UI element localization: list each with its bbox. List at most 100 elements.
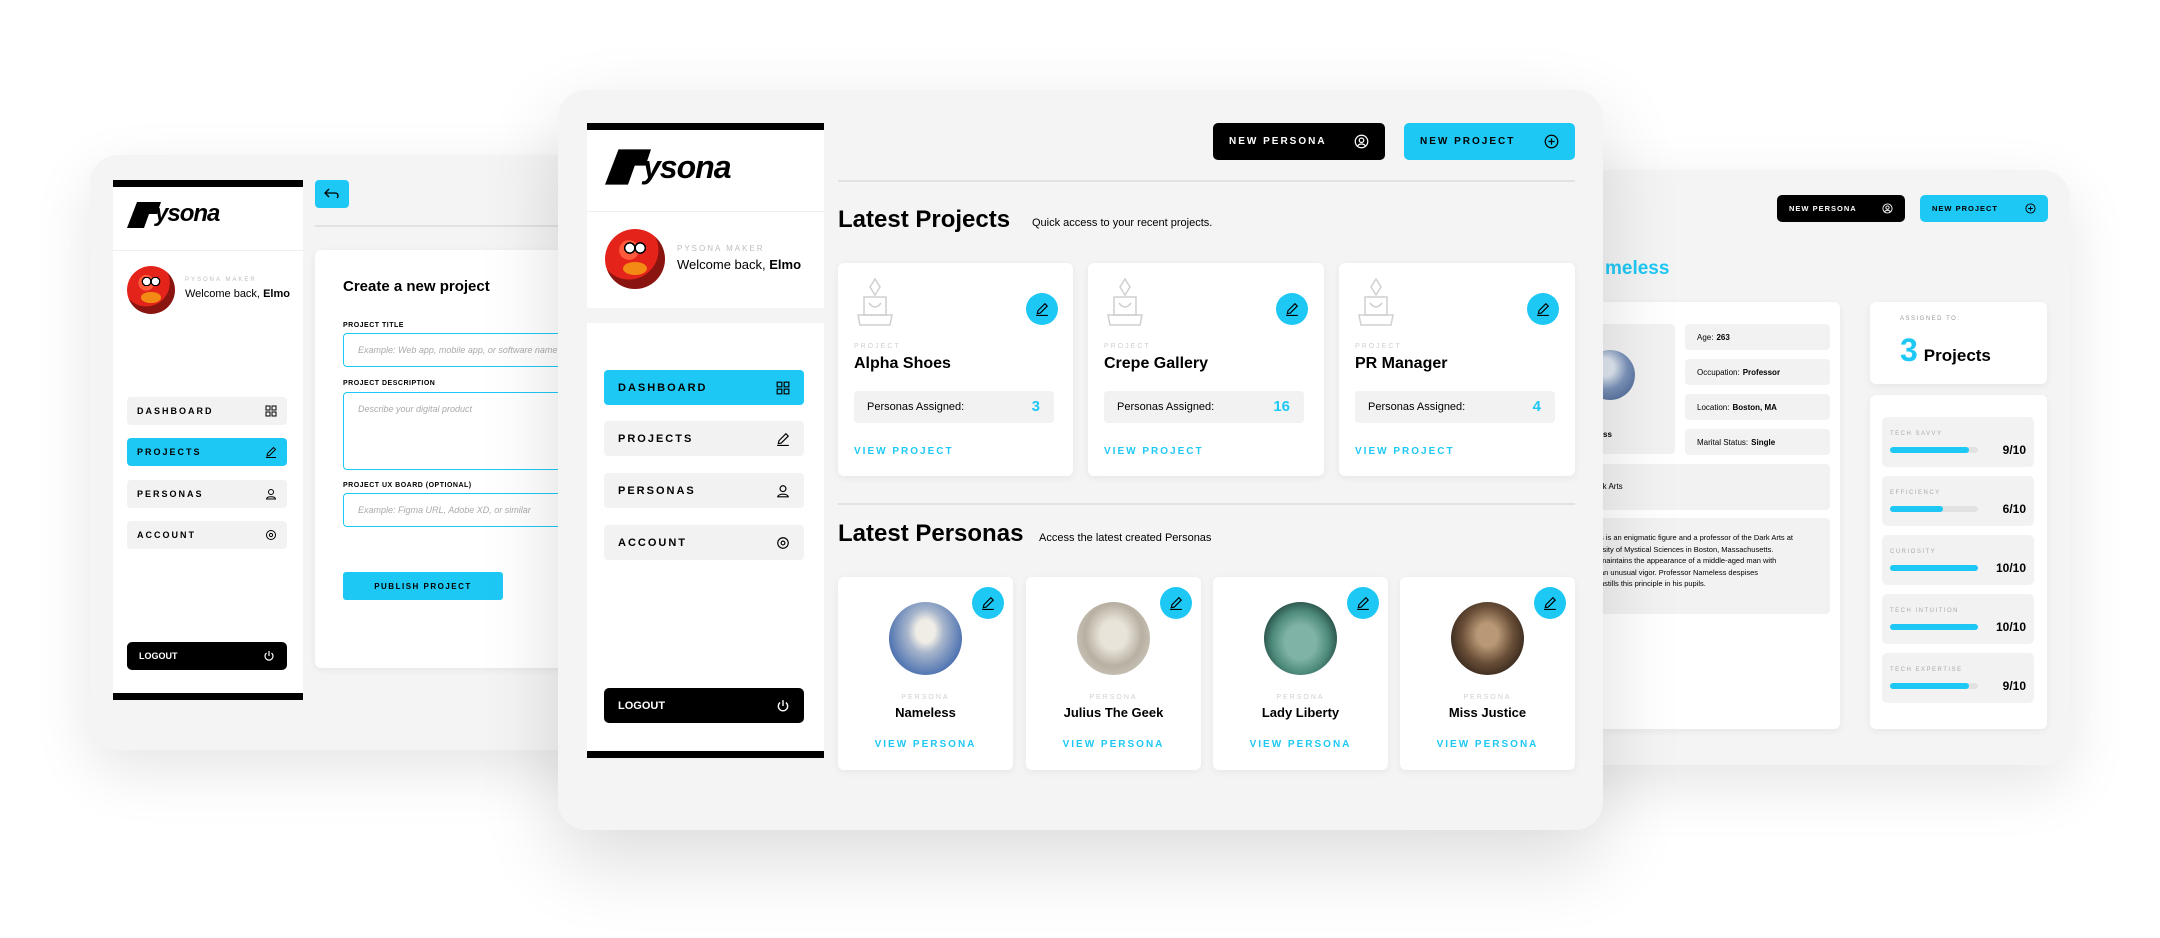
placeholder: Example: Web app, mobile app, or softwar…: [358, 345, 558, 355]
edit-project-button[interactable]: [1527, 293, 1559, 325]
logo[interactable]: ysona: [605, 148, 731, 186]
project-name: PR Manager: [1355, 355, 1448, 372]
new-persona-button[interactable]: NEW PERSONA: [1777, 195, 1905, 222]
logo[interactable]: ysona: [127, 200, 220, 228]
project-name: Crepe Gallery: [1104, 355, 1209, 372]
view-persona-link[interactable]: VIEW PERSONA: [1213, 739, 1388, 750]
personas-assigned-count: 16: [1273, 398, 1290, 415]
sidebar-item-projects[interactable]: PROJECTS: [127, 438, 287, 466]
project-title-label: PROJECT TITLE: [343, 322, 404, 329]
new-project-button[interactable]: NEW PROJECT: [1920, 195, 2048, 222]
personas-assigned-label: Personas Assigned:: [1117, 401, 1215, 413]
sidebar-nav: DASHBOARD PROJECTS PERSONAS ACCOUNT LOGO…: [587, 323, 824, 758]
persona-photo: [889, 602, 962, 675]
assigned-value: 3 Projects: [1900, 332, 1991, 369]
logout-button[interactable]: LOGOUT: [604, 688, 804, 723]
bio-line: maintains the appearance of a middle-age…: [1600, 556, 1777, 565]
avatar: [605, 229, 665, 289]
stat-fill: [1890, 683, 1970, 689]
pencil-icon: [982, 596, 995, 610]
view-persona-link[interactable]: VIEW PERSONA: [1400, 739, 1575, 750]
edit-project-button[interactable]: [1276, 293, 1308, 325]
sidebar-item-dashboard[interactable]: DASHBOARD: [127, 397, 287, 425]
view-persona-link[interactable]: VIEW PERSONA: [838, 739, 1013, 750]
pencil-icon: [1286, 302, 1299, 316]
project-card: PROJECT Crepe Gallery Personas Assigned:…: [1088, 263, 1324, 476]
header-divider: [838, 180, 1575, 182]
stat-tech-savvy: TECH SAVVY 9/10: [1882, 417, 2034, 467]
view-project-link[interactable]: VIEW PROJECT: [1104, 446, 1204, 457]
persona-photo: [1077, 602, 1150, 675]
edit-persona-button[interactable]: [1160, 587, 1192, 619]
stat-label: EFFICIENCY: [1890, 490, 1941, 496]
sidebar-item-account[interactable]: ACCOUNT: [604, 525, 804, 560]
view-project-link[interactable]: VIEW PROJECT: [854, 446, 954, 457]
stat-label: TECH EXPERTISE: [1890, 667, 1963, 673]
assigned-unit: Projects: [1923, 346, 1991, 365]
sidebar-item-projects[interactable]: PROJECTS: [604, 421, 804, 456]
logo-text: ysona: [643, 149, 731, 185]
sidebar-item-personas[interactable]: PERSONAS: [604, 473, 804, 508]
grid-icon: [776, 381, 790, 394]
sidebar-item-personas[interactable]: PERSONAS: [127, 480, 287, 508]
user-icon: [777, 484, 789, 497]
bio-line: s is an enigmatic figure and a professor…: [1600, 533, 1794, 542]
button-label: NEW PROJECT: [1420, 136, 1516, 147]
logout-button[interactable]: LOGOUT: [127, 642, 287, 670]
plus-circle-icon: [1544, 134, 1559, 149]
persona-card: PERSONA Miss Justice VIEW PERSONA: [1400, 577, 1575, 770]
persona-card: PERSONA Lady Liberty VIEW PERSONA: [1213, 577, 1388, 770]
personas-section-subtitle: Access the latest created Personas: [1039, 532, 1212, 544]
stats-card: TECH SAVVY 9/10 EFFICIENCY 6/10 CURIOSIT…: [1870, 395, 2047, 729]
placeholder: Example: Figma URL, Adobe XD, or similar: [358, 505, 531, 515]
stat-track: [1890, 624, 1978, 630]
persona-name: Lady Liberty: [1261, 705, 1340, 720]
sidebar-item-account[interactable]: ACCOUNT: [127, 521, 287, 549]
stat-value: 9/10: [2002, 679, 2026, 693]
personas-assigned-row: Personas Assigned: 16: [1104, 391, 1304, 423]
personas-assigned-row: Personas Assigned: 4: [1355, 391, 1555, 423]
logo-text: ysona: [155, 200, 220, 227]
persona-card: PERSONA Julius The Geek VIEW PERSONA: [1026, 577, 1201, 770]
sidebar-item-label: PROJECTS: [137, 447, 202, 457]
view-project-link[interactable]: VIEW PROJECT: [1355, 446, 1455, 457]
personas-assigned-row: Personas Assigned: 3: [854, 391, 1054, 423]
persona-title: meless: [1605, 258, 1670, 279]
new-project-button[interactable]: NEW PROJECT: [1404, 123, 1575, 160]
persona-tag: PERSONA: [901, 694, 950, 701]
stat-track: [1890, 683, 1978, 689]
sidebar-top-bar: [113, 180, 303, 187]
back-button[interactable]: [315, 180, 349, 208]
pencil-icon: [1544, 596, 1557, 610]
sidebar-item-dashboard[interactable]: DASHBOARD: [604, 370, 804, 405]
specialty-text: rk Arts: [1600, 482, 1623, 491]
view-persona-link[interactable]: VIEW PERSONA: [1026, 739, 1201, 750]
new-persona-button[interactable]: NEW PERSONA: [1213, 123, 1385, 160]
user-circle-icon: [1882, 203, 1893, 214]
edit-persona-button[interactable]: [1534, 587, 1566, 619]
stat-curiosity: CURIOSITY 10/10: [1882, 535, 2034, 585]
divider: [113, 250, 303, 251]
persona-tag: PERSONA: [1463, 694, 1512, 701]
stat-tech-intuition: TECH INTUITION 10/10: [1882, 594, 2034, 644]
section-divider: [838, 503, 1575, 505]
persona-photo: [1451, 602, 1524, 675]
description-label: PROJECT DESCRIPTION: [343, 380, 436, 387]
bio-line: rsity of Mystical Sciences in Boston, Ma…: [1600, 544, 1774, 554]
edit-project-button[interactable]: [1026, 293, 1058, 325]
sidebar-bottom-bar: [113, 693, 303, 700]
sidebar-item-label: ACCOUNT: [137, 530, 196, 540]
pencil-icon: [1357, 596, 1370, 610]
edit-persona-button[interactable]: [972, 587, 1004, 619]
button-label: NEW PERSONA: [1229, 136, 1327, 147]
sidebar-top-bar: [587, 123, 824, 130]
edit-persona-button[interactable]: [1347, 587, 1379, 619]
stat-value: 9/10: [2002, 443, 2026, 457]
projects-section-subtitle: Quick access to your recent projects.: [1032, 217, 1213, 229]
assigned-count: 3: [1900, 332, 1918, 368]
stat-value: 6/10: [2002, 502, 2026, 516]
project-card: PROJECT Alpha Shoes Personas Assigned: 3…: [838, 263, 1073, 476]
specialty-box: rk Arts: [1595, 464, 1830, 510]
bio-line: an unusual vigor. Professor Nameless des…: [1600, 567, 1758, 577]
publish-project-button[interactable]: PUBLISH PROJECT: [343, 572, 503, 600]
